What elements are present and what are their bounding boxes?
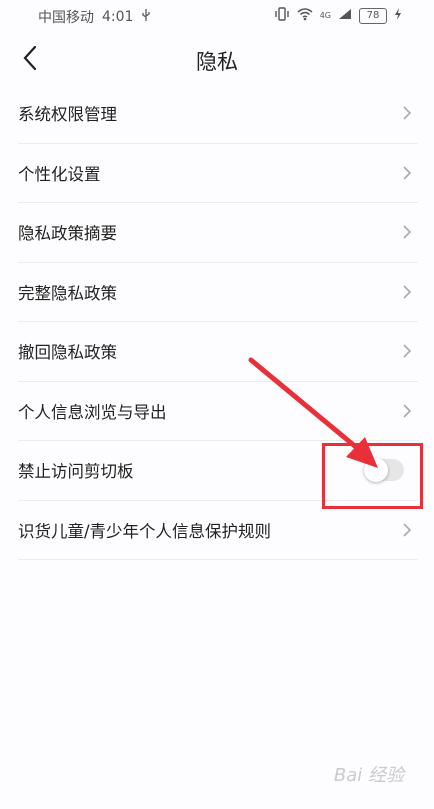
list-item-label: 识货儿童/青少年个人信息保护规则 (18, 521, 272, 541)
charging-icon (394, 8, 402, 23)
status-right: 4G 78 (274, 7, 402, 24)
status-bar: 中国移动 4:01 4G 78 (0, 0, 434, 32)
chevron-right-icon (403, 166, 412, 180)
list-item-personal-info-export[interactable]: 个人信息浏览与导出 (18, 382, 418, 441)
chevron-right-icon (403, 523, 412, 537)
list-item-privacy-summary[interactable]: 隐私政策摘要 (18, 203, 418, 263)
network-type: 4G (319, 11, 331, 20)
list-item-label: 完整隐私政策 (18, 283, 117, 303)
list-item-label: 个人信息浏览与导出 (18, 402, 167, 422)
chevron-right-icon (403, 225, 412, 239)
chevron-right-icon (403, 106, 412, 120)
carrier-label: 中国移动 (38, 10, 94, 26)
annotation-highlight-box (322, 443, 423, 509)
list-item-full-privacy-policy[interactable]: 完整隐私政策 (18, 263, 418, 322)
page-title: 隐私 (196, 50, 238, 74)
battery-indicator: 78 (359, 7, 387, 24)
status-left: 中国移动 4:01 (38, 7, 151, 27)
list-item-withdraw-privacy-policy[interactable]: 撤回隐私政策 (18, 322, 418, 382)
chevron-right-icon (403, 285, 412, 299)
chevron-right-icon (403, 344, 412, 358)
list-item-label: 个性化设置 (18, 164, 101, 184)
wifi-icon (297, 7, 313, 24)
list-item-label: 隐私政策摘要 (18, 224, 117, 244)
list-item-label: 系统权限管理 (18, 105, 117, 125)
list-item-label: 禁止访问剪切板 (18, 462, 134, 482)
usb-icon (141, 8, 151, 26)
list-item-system-permissions[interactable]: 系统权限管理 (18, 84, 418, 144)
clock: 4:01 (102, 9, 134, 25)
vibrate-icon (274, 7, 290, 24)
header: 隐私 (0, 32, 434, 88)
list-item-personalization[interactable]: 个性化设置 (18, 144, 418, 203)
signal-icon (338, 8, 352, 23)
chevron-right-icon (403, 404, 412, 418)
list-item-child-info-protection[interactable]: 识货儿童/青少年个人信息保护规则 (18, 501, 418, 560)
list-item-label: 撤回隐私政策 (18, 343, 117, 363)
watermark: Bai 经验 (333, 765, 404, 786)
